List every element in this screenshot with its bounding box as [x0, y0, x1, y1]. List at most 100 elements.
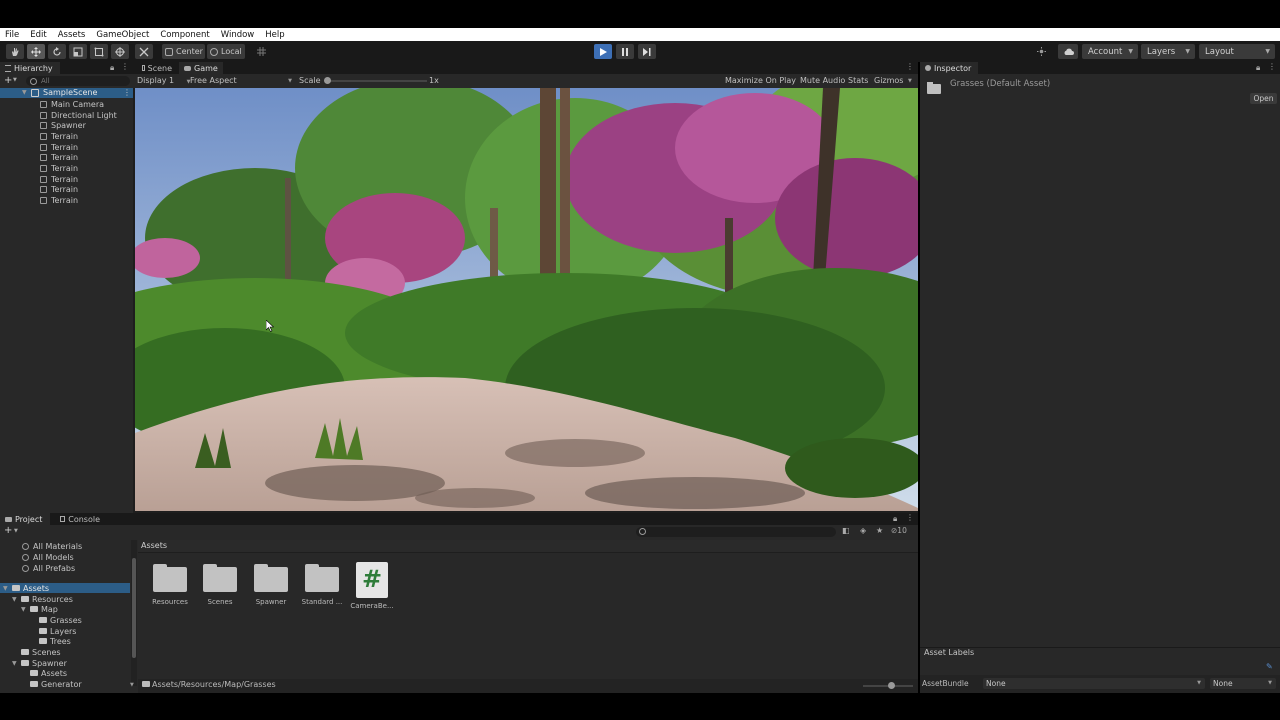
folder-item[interactable]: ▼ Assets [3, 583, 49, 593]
lock-icon[interactable]: 🔒︎ [110, 63, 114, 73]
folder-item[interactable]: Generator [30, 679, 82, 689]
favorite-item[interactable]: All Prefabs [22, 563, 75, 573]
hierarchy-item[interactable]: Main Camera [40, 99, 104, 109]
assets-breadcrumb[interactable]: Assets [141, 541, 167, 550]
lock-icon[interactable]: 🔒︎ [893, 514, 897, 524]
scale-slider-thumb[interactable] [324, 77, 331, 84]
pause-button[interactable] [616, 44, 634, 59]
asset-item[interactable]: # CameraBe... [350, 562, 394, 610]
filter-type-icon[interactable]: ◧ [842, 526, 850, 535]
tab-project[interactable]: Project [0, 513, 50, 525]
folder-item[interactable]: ▼ Spawner [12, 658, 67, 668]
icon-size-slider-thumb[interactable] [888, 682, 895, 689]
scale-slider-track[interactable] [325, 80, 427, 82]
custom-tool-icon[interactable] [135, 44, 153, 59]
asset-item[interactable]: Standard ... [300, 564, 344, 606]
aspect-dropdown[interactable]: Free Aspect ▼ [190, 76, 292, 86]
tab-console[interactable]: Console [55, 513, 105, 525]
folder-item[interactable]: Layers [39, 626, 76, 636]
gizmos-toggle[interactable]: Gizmos [874, 76, 903, 86]
maximize-on-play-toggle[interactable]: Maximize On Play [725, 76, 796, 86]
folder-item[interactable]: Grasses [39, 615, 82, 625]
account-dropdown[interactable]: Account ▼ [1082, 44, 1138, 59]
project-search-input[interactable] [636, 527, 836, 537]
tree-scrollbar[interactable] [131, 540, 137, 686]
hierarchy-item[interactable]: Terrain [40, 142, 78, 152]
tab-scene[interactable]: Scene [137, 62, 177, 74]
layers-dropdown[interactable]: Layers ▼ [1141, 44, 1195, 59]
scene-row[interactable]: ▼ SampleScene ⋮ [0, 88, 133, 98]
hierarchy-item[interactable]: Terrain [40, 163, 78, 173]
menu-component[interactable]: Component [155, 30, 215, 40]
hierarchy-item[interactable]: Directional Light [40, 110, 117, 120]
scale-tool-icon[interactable] [69, 44, 87, 59]
grid-snap-icon[interactable] [254, 44, 268, 59]
lock-icon[interactable]: 🔒︎ [1256, 63, 1260, 73]
asset-item[interactable]: Scenes [198, 564, 242, 606]
folder-item[interactable]: Trees [39, 636, 71, 646]
menu-help[interactable]: Help [260, 30, 290, 40]
menu-edit[interactable]: Edit [25, 30, 52, 40]
folder-item[interactable]: Scenes [21, 647, 61, 657]
menu-window[interactable]: Window [216, 30, 261, 40]
expand-arrow-icon[interactable]: ▼ [12, 660, 18, 667]
game-view-render[interactable] [135, 88, 918, 511]
tag-icon[interactable]: ✎ [1266, 662, 1273, 671]
hierarchy-search-input[interactable]: All [26, 76, 130, 86]
hierarchy-item[interactable]: Spawner [40, 120, 86, 130]
menu-gameobject[interactable]: GameObject [91, 30, 155, 40]
tab-hierarchy[interactable]: Hierarchy [0, 62, 60, 74]
filter-label-icon[interactable]: ◈ [860, 526, 866, 535]
kebab-menu-icon[interactable]: ⋮ [906, 62, 914, 71]
expand-arrow-icon[interactable]: ▼ [21, 606, 27, 613]
hierarchy-item[interactable]: Terrain [40, 174, 78, 184]
asset-variant-dropdown[interactable]: None ▼ [1210, 678, 1276, 689]
chevron-down-icon[interactable]: ▼ [908, 78, 912, 84]
pivot-center-toggle[interactable]: Center [162, 44, 205, 59]
mute-audio-toggle[interactable]: Mute Audio [800, 76, 845, 86]
layout-dropdown[interactable]: Layout ▼ [1199, 44, 1275, 59]
tab-game[interactable]: Game [179, 62, 223, 74]
pivot-space-toggle[interactable]: Local [207, 44, 245, 59]
favorite-item[interactable]: All Models [22, 552, 74, 562]
cloud-icon[interactable] [1058, 44, 1078, 59]
add-plus-icon[interactable]: + [4, 525, 12, 536]
hierarchy-item[interactable]: Terrain [40, 152, 78, 162]
expand-arrow-icon[interactable]: ▼ [22, 89, 28, 96]
add-plus-icon[interactable]: + [4, 75, 12, 86]
folder-item[interactable]: Assets [30, 668, 67, 678]
kebab-menu-icon[interactable]: ⋮ [121, 62, 129, 71]
favorite-item[interactable]: All Materials [22, 541, 82, 551]
rotate-tool-icon[interactable] [48, 44, 66, 59]
rect-tool-icon[interactable] [90, 44, 108, 59]
menu-assets[interactable]: Assets [53, 30, 92, 40]
asset-bundle-dropdown[interactable]: None ▼ [983, 678, 1205, 689]
chevron-down-icon[interactable]: ▼ [13, 77, 17, 83]
hierarchy-item[interactable]: Terrain [40, 195, 78, 205]
move-tool-icon[interactable] [27, 44, 45, 59]
scene-menu-icon[interactable]: ⋮ [123, 88, 131, 98]
kebab-menu-icon[interactable]: ⋮ [906, 513, 914, 522]
stats-toggle[interactable]: Stats [848, 76, 868, 86]
tab-inspector[interactable]: Inspector [920, 62, 978, 74]
expand-arrow-icon[interactable]: ▼ [12, 596, 18, 603]
play-button[interactable] [594, 44, 612, 59]
chevron-down-icon[interactable]: ▼ [130, 682, 134, 688]
hierarchy-item[interactable]: Terrain [40, 131, 78, 141]
hidden-packages-counter[interactable]: ⊘10 [891, 526, 907, 535]
sun-settings-icon[interactable] [1034, 44, 1048, 59]
tree-scrollbar-thumb[interactable] [132, 558, 136, 658]
chevron-down-icon[interactable]: ▼ [14, 528, 18, 534]
step-button[interactable] [638, 44, 656, 59]
open-button[interactable]: Open [1250, 93, 1277, 104]
asset-item[interactable]: Spawner [249, 564, 293, 606]
hand-tool-icon[interactable] [6, 44, 24, 59]
favorite-star-icon[interactable]: ★ [876, 526, 883, 535]
expand-arrow-icon[interactable]: ▼ [3, 585, 9, 592]
hierarchy-item[interactable]: Terrain [40, 184, 78, 194]
display-dropdown[interactable]: Display 1 ▼ [137, 76, 191, 86]
asset-item[interactable]: Resources [148, 564, 192, 606]
folder-item[interactable]: ▼ Resources [12, 594, 73, 604]
transform-tool-icon[interactable] [111, 44, 129, 59]
menu-file[interactable]: File [0, 30, 25, 40]
